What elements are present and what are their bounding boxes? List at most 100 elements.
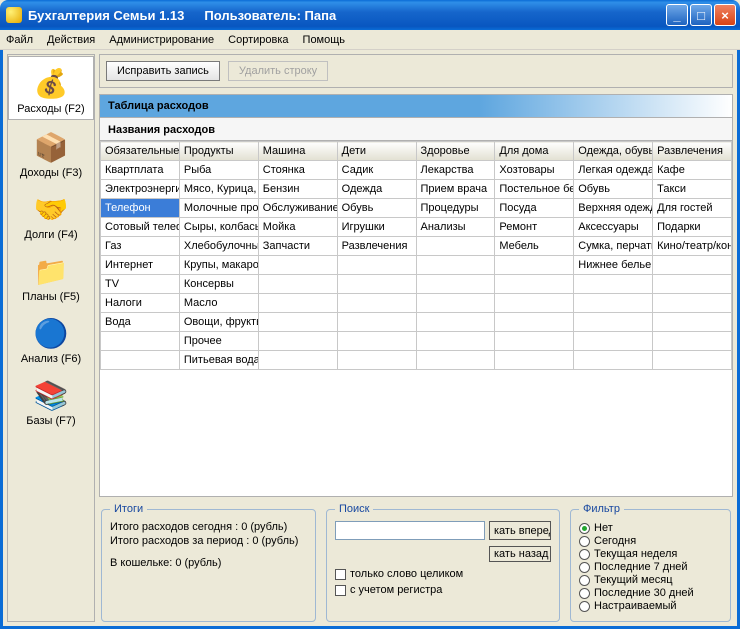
table-cell[interactable] bbox=[258, 332, 337, 351]
table-cell[interactable]: Мебель bbox=[495, 237, 574, 256]
menu-действия[interactable]: Действия bbox=[47, 34, 95, 46]
table-cell[interactable] bbox=[416, 351, 495, 370]
table-cell[interactable]: Вода bbox=[101, 313, 180, 332]
table-cell[interactable]: Нижнее белье bbox=[574, 256, 653, 275]
table-cell[interactable] bbox=[416, 275, 495, 294]
table-cell[interactable] bbox=[337, 275, 416, 294]
table-cell[interactable]: Ремонт bbox=[495, 218, 574, 237]
table-cell[interactable] bbox=[258, 351, 337, 370]
filter-option-4[interactable]: Текущий месяц bbox=[579, 574, 722, 586]
table-cell[interactable] bbox=[101, 332, 180, 351]
table-cell[interactable] bbox=[653, 294, 732, 313]
table-cell[interactable] bbox=[574, 294, 653, 313]
table-cell[interactable]: Развлечения bbox=[337, 237, 416, 256]
table-cell[interactable] bbox=[495, 275, 574, 294]
table-cell[interactable] bbox=[416, 294, 495, 313]
filter-option-1[interactable]: Сегодня bbox=[579, 535, 722, 547]
table-cell[interactable]: Такси bbox=[653, 180, 732, 199]
table-cell[interactable]: Кафе bbox=[653, 161, 732, 180]
table-cell[interactable]: Мясо, Курица, bbox=[179, 180, 258, 199]
table-cell[interactable]: Хозтовары bbox=[495, 161, 574, 180]
filter-option-6[interactable]: Настраиваемый bbox=[579, 600, 722, 612]
edit-record-button[interactable]: Исправить запись bbox=[106, 61, 220, 81]
search-input[interactable] bbox=[335, 521, 485, 540]
table-cell[interactable]: Обувь bbox=[337, 199, 416, 218]
table-cell[interactable]: Верхняя одежда bbox=[574, 199, 653, 218]
sidebar-item-1[interactable]: 📦Доходы (F3) bbox=[8, 121, 94, 183]
filter-option-5[interactable]: Последние 30 дней bbox=[579, 587, 722, 599]
table-cell[interactable]: Прочее bbox=[179, 332, 258, 351]
column-header[interactable]: Здоровье bbox=[416, 142, 495, 161]
table-cell[interactable]: Для гостей bbox=[653, 199, 732, 218]
table-cell[interactable] bbox=[337, 256, 416, 275]
table-cell[interactable] bbox=[495, 294, 574, 313]
column-header[interactable]: Продукты bbox=[179, 142, 258, 161]
table-cell[interactable] bbox=[653, 332, 732, 351]
sidebar-item-4[interactable]: 🔵Анализ (F6) bbox=[8, 307, 94, 369]
menu-файл[interactable]: Файл bbox=[6, 34, 33, 46]
table-cell[interactable]: Обслуживание bbox=[258, 199, 337, 218]
menu-администрирование[interactable]: Администрирование bbox=[109, 34, 214, 46]
maximize-button[interactable]: □ bbox=[690, 4, 712, 26]
table-cell[interactable]: Масло bbox=[179, 294, 258, 313]
column-header[interactable]: Дети bbox=[337, 142, 416, 161]
menu-сортировка[interactable]: Сортировка bbox=[228, 34, 288, 46]
column-header[interactable]: Развлечения bbox=[653, 142, 732, 161]
table-cell[interactable]: Молочные продукты bbox=[179, 199, 258, 218]
table-cell[interactable] bbox=[258, 275, 337, 294]
table-cell[interactable] bbox=[337, 294, 416, 313]
table-cell[interactable]: Крупы, макароны bbox=[179, 256, 258, 275]
table-cell[interactable] bbox=[653, 313, 732, 332]
table-cell[interactable]: Хлебобулочные bbox=[179, 237, 258, 256]
table-cell[interactable]: Подарки bbox=[653, 218, 732, 237]
table-cell[interactable] bbox=[495, 332, 574, 351]
case-sensitive-checkbox[interactable]: с учетом регистра bbox=[335, 584, 551, 596]
menu-помощь[interactable]: Помощь bbox=[303, 34, 346, 46]
table-cell[interactable]: Стоянка bbox=[258, 161, 337, 180]
filter-option-3[interactable]: Последние 7 дней bbox=[579, 561, 722, 573]
sidebar-item-0[interactable]: 💰Расходы (F2) bbox=[8, 56, 94, 120]
filter-option-0[interactable]: Нет bbox=[579, 522, 722, 534]
table-cell[interactable] bbox=[101, 351, 180, 370]
table-cell[interactable] bbox=[574, 275, 653, 294]
table-cell[interactable] bbox=[653, 351, 732, 370]
table-cell[interactable]: Овощи, фрукты bbox=[179, 313, 258, 332]
table-cell[interactable] bbox=[258, 313, 337, 332]
table-cell[interactable]: Постельное белье bbox=[495, 180, 574, 199]
table-cell[interactable]: Электроэнергия bbox=[101, 180, 180, 199]
table-cell[interactable]: Кино/театр/концерт bbox=[653, 237, 732, 256]
table-cell[interactable]: Садик bbox=[337, 161, 416, 180]
table-cell[interactable]: Консервы bbox=[179, 275, 258, 294]
close-button[interactable]: × bbox=[714, 4, 736, 26]
table-cell[interactable]: TV bbox=[101, 275, 180, 294]
table-cell[interactable] bbox=[416, 313, 495, 332]
table-cell[interactable] bbox=[574, 351, 653, 370]
sidebar-item-3[interactable]: 📁Планы (F5) bbox=[8, 245, 94, 307]
table-cell[interactable] bbox=[416, 256, 495, 275]
table-cell[interactable] bbox=[574, 332, 653, 351]
table-cell[interactable] bbox=[495, 351, 574, 370]
table-cell[interactable]: Сыры, колбасы bbox=[179, 218, 258, 237]
table-cell[interactable]: Газ bbox=[101, 237, 180, 256]
table-cell[interactable] bbox=[337, 313, 416, 332]
table-cell[interactable]: Интернет bbox=[101, 256, 180, 275]
table-cell[interactable]: Сумка, перчатки bbox=[574, 237, 653, 256]
table-cell[interactable]: Рыба bbox=[179, 161, 258, 180]
table-cell[interactable]: Прием врача bbox=[416, 180, 495, 199]
table-cell[interactable] bbox=[495, 256, 574, 275]
expense-categories-table[interactable]: ОбязательныеПродуктыМашинаДетиЗдоровьеДл… bbox=[100, 141, 732, 370]
table-cell[interactable]: Налоги bbox=[101, 294, 180, 313]
search-forward-button[interactable]: кать вперед bbox=[489, 521, 551, 540]
column-header[interactable]: Одежда, обувь bbox=[574, 142, 653, 161]
table-cell[interactable]: Игрушки bbox=[337, 218, 416, 237]
table-cell[interactable]: Бензин bbox=[258, 180, 337, 199]
table-cell[interactable] bbox=[574, 313, 653, 332]
column-header[interactable]: Для дома bbox=[495, 142, 574, 161]
table-cell[interactable]: Посуда bbox=[495, 199, 574, 218]
table-cell[interactable] bbox=[258, 294, 337, 313]
table-cell[interactable]: Одежда bbox=[337, 180, 416, 199]
table-cell[interactable]: Сотовый телефон bbox=[101, 218, 180, 237]
sidebar-item-2[interactable]: 🤝Долги (F4) bbox=[8, 183, 94, 245]
table-cell[interactable]: Мойка bbox=[258, 218, 337, 237]
table-cell[interactable] bbox=[416, 237, 495, 256]
